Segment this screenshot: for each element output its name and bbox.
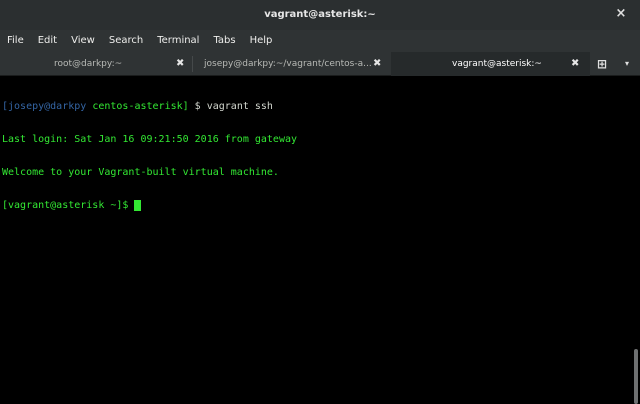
prompt-user-host: [josepy@darkpy bbox=[2, 101, 87, 112]
tab-menu-chevron-icon[interactable]: ▾ bbox=[618, 52, 636, 76]
prompt-current: [vagrant@asterisk ~]$ bbox=[2, 200, 135, 211]
terminal-line: Last login: Sat Jan 16 09:21:50 2016 fro… bbox=[2, 134, 298, 145]
menu-search[interactable]: Search bbox=[102, 30, 150, 52]
scrollbar-thumb[interactable] bbox=[634, 349, 638, 404]
prompt-directory: centos-asterisk] bbox=[86, 101, 189, 112]
tab-close-icon[interactable]: ✖ bbox=[571, 52, 579, 76]
new-tab-icon[interactable]: ⊞ bbox=[590, 52, 614, 76]
tab-label: josepy@darkpy:~/vagrant/centos-a... bbox=[204, 59, 372, 69]
cursor bbox=[134, 200, 142, 211]
menu-bar: File Edit View Search Terminal Tabs Help bbox=[0, 30, 640, 52]
window-titlebar: vagrant@asterisk:~ × bbox=[0, 0, 640, 30]
menu-view[interactable]: View bbox=[64, 30, 102, 52]
tab-close-icon[interactable]: ✖ bbox=[373, 52, 381, 76]
menu-file[interactable]: File bbox=[0, 30, 31, 52]
window-title: vagrant@asterisk:~ bbox=[264, 9, 376, 20]
menu-terminal[interactable]: Terminal bbox=[150, 30, 206, 52]
prompt-command: $ vagrant ssh bbox=[188, 101, 273, 112]
tab-label: root@darkpy:~ bbox=[54, 59, 123, 69]
tab-josepy-darkpy[interactable]: josepy@darkpy:~/vagrant/centos-a... ✖ bbox=[193, 52, 390, 76]
tab-label: vagrant@asterisk:~ bbox=[452, 59, 542, 69]
close-icon[interactable]: × bbox=[614, 7, 628, 21]
menu-help[interactable]: Help bbox=[243, 30, 280, 52]
terminal-line: Welcome to your Vagrant-built virtual ma… bbox=[2, 167, 279, 178]
tab-bar: root@darkpy:~ ✖ josepy@darkpy:~/vagrant/… bbox=[0, 52, 640, 76]
tab-root-darkpy[interactable]: root@darkpy:~ ✖ bbox=[0, 52, 192, 76]
tab-vagrant-asterisk[interactable]: vagrant@asterisk:~ ✖ bbox=[391, 52, 590, 76]
terminal-output[interactable]: [josepy@darkpy centos-asterisk] $ vagran… bbox=[0, 77, 632, 404]
menu-edit[interactable]: Edit bbox=[31, 30, 64, 52]
tab-close-icon[interactable]: ✖ bbox=[176, 52, 184, 76]
terminal-line: [josepy@darkpy centos-asterisk] $ vagran… bbox=[2, 101, 632, 112]
scrollbar[interactable] bbox=[632, 77, 640, 404]
menu-tabs[interactable]: Tabs bbox=[206, 30, 242, 52]
terminal-line: [vagrant@asterisk ~]$ bbox=[2, 200, 632, 211]
